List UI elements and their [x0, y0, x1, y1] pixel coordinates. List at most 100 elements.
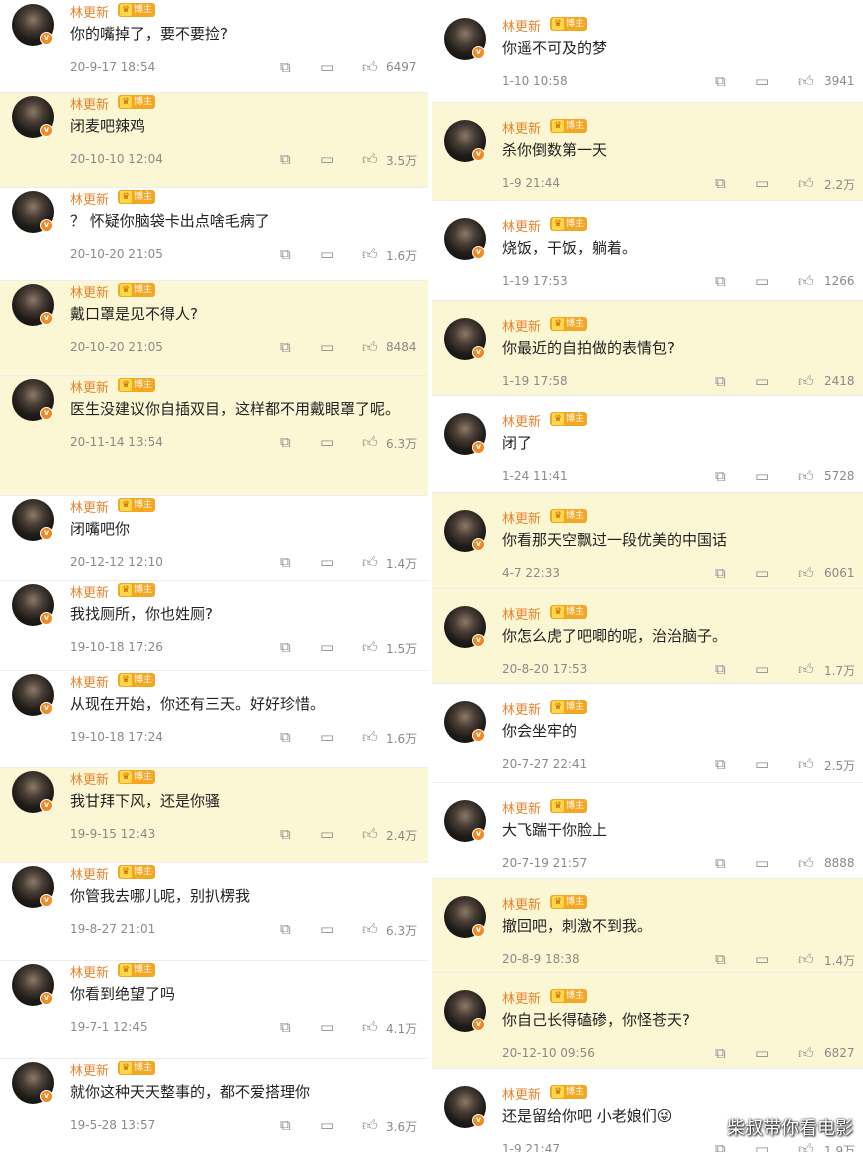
comment-icon[interactable]: ▭ [755, 951, 769, 967]
share-icon[interactable]: ⧉ [280, 434, 291, 450]
thumbs-up-icon[interactable]: 👍︎ [362, 921, 378, 937]
thumbs-up-icon[interactable]: 👍︎ [798, 175, 814, 191]
username[interactable]: 林更新 [502, 118, 541, 137]
share-icon[interactable]: ⧉ [280, 151, 291, 167]
comment-icon[interactable]: ▭ [755, 565, 769, 581]
username[interactable]: 林更新 [502, 798, 541, 817]
share-icon[interactable]: ⧉ [280, 826, 291, 842]
username[interactable]: 林更新 [502, 604, 541, 623]
comment-icon[interactable]: ▭ [320, 729, 334, 745]
thumbs-up-icon[interactable]: 👍︎ [362, 151, 378, 167]
share-icon[interactable]: ⧉ [280, 246, 291, 262]
share-icon[interactable]: ⧉ [715, 661, 726, 677]
comment-icon[interactable]: ▭ [755, 756, 769, 772]
comment-icon[interactable]: ▭ [320, 1117, 334, 1133]
username[interactable]: 林更新 [502, 894, 541, 913]
username[interactable]: 林更新 [70, 582, 109, 601]
thumbs-up-icon[interactable]: 👍︎ [798, 373, 814, 389]
comment-icon[interactable]: ▭ [755, 373, 769, 389]
username[interactable]: 林更新 [70, 864, 109, 883]
thumbs-up-icon[interactable]: 👍︎ [798, 565, 814, 581]
share-icon[interactable]: ⧉ [715, 565, 726, 581]
thumbs-up-icon[interactable]: 👍︎ [362, 59, 378, 75]
thumbs-up-icon[interactable]: 👍︎ [798, 1045, 814, 1061]
username[interactable]: 林更新 [70, 94, 109, 113]
like-count: 1.5万 [386, 642, 418, 656]
thumbs-up-icon[interactable]: 👍︎ [798, 661, 814, 677]
comment-icon[interactable]: ▭ [755, 73, 769, 89]
comment-icon[interactable]: ▭ [320, 921, 334, 937]
username[interactable]: 林更新 [502, 508, 541, 527]
comment-icon[interactable]: ▭ [320, 1019, 334, 1035]
comment-icon[interactable]: ▭ [755, 175, 769, 191]
comment-icon[interactable]: ▭ [755, 1141, 769, 1152]
comment-icon[interactable]: ▭ [320, 246, 334, 262]
share-icon[interactable]: ⧉ [280, 339, 291, 355]
comment-icon[interactable]: ▭ [320, 434, 334, 450]
username[interactable]: 林更新 [502, 411, 541, 430]
comment-icon[interactable]: ▭ [320, 151, 334, 167]
thumbs-up-icon[interactable]: 👍︎ [362, 639, 378, 655]
comment-icon[interactable]: ▭ [755, 855, 769, 871]
comment-icon[interactable]: ▭ [320, 826, 334, 842]
thumbs-up-icon[interactable]: 👍︎ [362, 1019, 378, 1035]
comment-icon[interactable]: ▭ [320, 554, 334, 570]
username[interactable]: 林更新 [70, 1060, 109, 1079]
share-icon[interactable]: ⧉ [715, 1045, 726, 1061]
username[interactable]: 林更新 [502, 988, 541, 1007]
username[interactable]: 林更新 [70, 497, 109, 516]
username[interactable]: 林更新 [70, 377, 109, 396]
share-icon[interactable]: ⧉ [280, 729, 291, 745]
username[interactable]: 林更新 [502, 316, 541, 335]
share-icon[interactable]: ⧉ [715, 1141, 726, 1152]
thumbs-up-icon[interactable]: 👍︎ [798, 468, 814, 484]
thumbs-up-icon[interactable]: 👍︎ [362, 554, 378, 570]
share-icon[interactable]: ⧉ [715, 855, 726, 871]
thumbs-up-icon[interactable]: 👍︎ [362, 729, 378, 745]
share-icon[interactable]: ⧉ [280, 921, 291, 937]
share-icon[interactable]: ⧉ [715, 175, 726, 191]
username[interactable]: 林更新 [70, 282, 109, 301]
thumbs-up-icon[interactable]: 👍︎ [798, 273, 814, 289]
verified-v-icon: v [40, 312, 53, 325]
thumbs-up-icon[interactable]: 👍︎ [362, 246, 378, 262]
share-icon[interactable]: ⧉ [715, 951, 726, 967]
username[interactable]: 林更新 [502, 1084, 541, 1103]
share-icon[interactable]: ⧉ [280, 554, 291, 570]
thumbs-up-icon[interactable]: 👍︎ [362, 1117, 378, 1133]
thumbs-up-icon[interactable]: 👍︎ [362, 826, 378, 842]
thumbs-up-icon[interactable]: 👍︎ [798, 1141, 814, 1152]
share-icon[interactable]: ⧉ [280, 59, 291, 75]
share-icon[interactable]: ⧉ [280, 639, 291, 655]
share-icon[interactable]: ⧉ [715, 73, 726, 89]
username[interactable]: 林更新 [70, 962, 109, 981]
thumbs-up-icon[interactable]: 👍︎ [362, 339, 378, 355]
comment-icon[interactable]: ▭ [755, 468, 769, 484]
comment-icon[interactable]: ▭ [320, 59, 334, 75]
thumbs-up-icon[interactable]: 👍︎ [798, 756, 814, 772]
comment-icon[interactable]: ▭ [755, 273, 769, 289]
username[interactable]: 林更新 [70, 189, 109, 208]
comment-icon[interactable]: ▭ [755, 661, 769, 677]
username[interactable]: 林更新 [70, 2, 109, 21]
rank-badge: ♛ 博主 [118, 673, 156, 687]
comment-icon[interactable]: ▭ [755, 1045, 769, 1061]
username[interactable]: 林更新 [502, 16, 541, 35]
username[interactable]: 林更新 [70, 672, 109, 691]
share-icon[interactable]: ⧉ [715, 468, 726, 484]
share-icon[interactable]: ⧉ [715, 756, 726, 772]
thumbs-up-icon[interactable]: 👍︎ [798, 855, 814, 871]
share-icon[interactable]: ⧉ [280, 1117, 291, 1133]
share-icon[interactable]: ⧉ [715, 273, 726, 289]
comment-icon[interactable]: ▭ [320, 639, 334, 655]
username[interactable]: 林更新 [502, 699, 541, 718]
thumbs-up-icon[interactable]: 👍︎ [798, 951, 814, 967]
thumbs-up-icon[interactable]: 👍︎ [798, 73, 814, 89]
card-separator [432, 395, 863, 396]
share-icon[interactable]: ⧉ [715, 373, 726, 389]
comment-icon[interactable]: ▭ [320, 339, 334, 355]
share-icon[interactable]: ⧉ [280, 1019, 291, 1035]
username[interactable]: 林更新 [502, 216, 541, 235]
thumbs-up-icon[interactable]: 👍︎ [362, 434, 378, 450]
username[interactable]: 林更新 [70, 769, 109, 788]
